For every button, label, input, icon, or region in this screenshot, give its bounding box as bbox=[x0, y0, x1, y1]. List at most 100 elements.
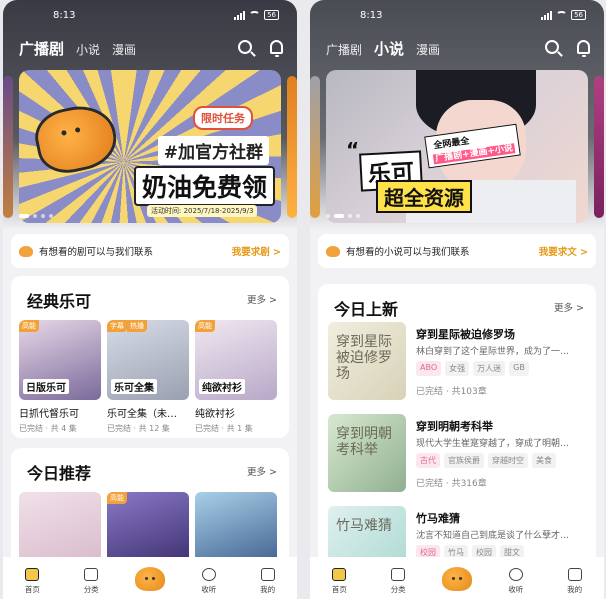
bottom-nav: 首页 分类 收听 我的 bbox=[310, 557, 604, 599]
cover-text: 纯欲衬衫 bbox=[199, 379, 245, 394]
bread-icon bbox=[326, 245, 340, 257]
carousel-dots bbox=[19, 214, 53, 218]
banner-date: 活动时间: 2025/7/18-2025/9/3 bbox=[147, 205, 258, 217]
next-banner-peek[interactable] bbox=[287, 76, 297, 218]
list-item[interactable]: 高能 纯欲衬衫 纯欲衬衫 已完结 · 共 1 集 bbox=[195, 320, 277, 434]
tag[interactable]: 万人迷 bbox=[473, 361, 506, 376]
status-time: 8:13 bbox=[53, 10, 76, 21]
signal-icon bbox=[541, 10, 553, 20]
notice-text: 有想看的剧可以与我们联系 bbox=[39, 247, 154, 258]
nav-profile[interactable]: 我的 bbox=[243, 568, 293, 595]
profile-icon bbox=[567, 568, 582, 581]
profile-icon bbox=[260, 568, 275, 581]
more-link[interactable]: 更多 > bbox=[247, 464, 277, 478]
notice-text: 有想看的小说可以与我们联系 bbox=[346, 247, 470, 258]
cover-image: 字幕 热播 乐可全集 bbox=[107, 320, 189, 400]
tag[interactable]: 美食 bbox=[532, 453, 556, 468]
headphone-icon bbox=[201, 568, 216, 581]
list-item[interactable]: 穿到明朝考科举 穿到明朝考科举 现代大学生崔寔穿越了，穿成了明朝… 古代 官族侯… bbox=[328, 414, 590, 494]
list-item[interactable]: 字幕 热播 乐可全集 乐可全集（未… 已完结 · 共 12 集 bbox=[107, 320, 189, 434]
list-item[interactable]: 高能 日版乐可 日抓代督乐可 已完结 · 共 4 集 bbox=[19, 320, 101, 434]
nav-category[interactable]: 分类 bbox=[66, 568, 116, 595]
nav-center[interactable] bbox=[125, 567, 175, 595]
section-new-today: 今日上新 更多 > 穿到星际被迫修罗场 穿到星际被迫修罗场 林白穿到了这个星际世… bbox=[318, 284, 596, 588]
promo-banner[interactable]: “ 全网最全 广播剧+漫画+小说 乐可 超全资源 bbox=[326, 70, 588, 223]
tab-radio-drama[interactable]: 广播剧 bbox=[19, 38, 64, 59]
bread-mascot-icon bbox=[134, 567, 165, 591]
battery-icon: 56 bbox=[264, 10, 279, 20]
badge: 高能 bbox=[195, 320, 215, 332]
top-tabs: 广播剧 小说 漫画 bbox=[326, 38, 440, 59]
bottom-nav: 首页 分类 收听 我的 bbox=[3, 557, 297, 599]
item-title: 乐可全集（未… bbox=[107, 409, 177, 420]
tab-novel[interactable]: 小说 bbox=[76, 41, 100, 58]
bread-mascot-icon bbox=[33, 102, 119, 176]
more-link[interactable]: 更多 > bbox=[247, 292, 277, 306]
item-meta: 已完结 · 共316章 bbox=[416, 479, 487, 489]
right-screen: 8:13 56 广播剧 小说 漫画 “ 全网最全 广播剧+漫画+小说 乐可 超全资… bbox=[310, 0, 604, 599]
promo-banner[interactable]: 限时任务 #加官方社群 奶油免费领 活动时间: 2025/7/18-2025/9… bbox=[19, 70, 281, 223]
request-notice[interactable]: 有想看的小说可以与我们联系 我要求文 > bbox=[318, 234, 596, 268]
status-time: 8:13 bbox=[360, 10, 383, 21]
section-classic: 经典乐可 更多 > 高能 日版乐可 日抓代督乐可 已完结 · 共 4 集 字幕 … bbox=[11, 276, 289, 438]
status-bar: 8:13 56 bbox=[3, 8, 297, 24]
nav-center[interactable] bbox=[432, 567, 482, 595]
bell-icon[interactable] bbox=[270, 40, 283, 57]
item-meta: 已完结 · 共 12 集 bbox=[107, 424, 170, 433]
tab-radio-drama[interactable]: 广播剧 bbox=[326, 41, 362, 58]
wifi-icon bbox=[556, 11, 568, 19]
category-icon bbox=[391, 568, 406, 581]
banner-line1: #加官方社群 bbox=[157, 136, 269, 165]
battery-icon: 56 bbox=[571, 10, 586, 20]
item-meta: 已完结 · 共103章 bbox=[416, 387, 487, 397]
section-title: 今日上新 bbox=[334, 296, 398, 320]
nav-home[interactable]: 首页 bbox=[314, 568, 364, 595]
tag[interactable]: ABO bbox=[416, 361, 442, 376]
banner-line2: 超全资源 bbox=[376, 180, 472, 213]
nav-category[interactable]: 分类 bbox=[373, 568, 423, 595]
section-title: 经典乐可 bbox=[27, 288, 91, 312]
banner-line2: 奶油免费领 bbox=[133, 166, 275, 206]
bell-icon[interactable] bbox=[577, 40, 590, 57]
cover-text: 乐可全集 bbox=[111, 379, 157, 394]
status-bar: 8:13 56 bbox=[310, 8, 604, 24]
nav-home[interactable]: 首页 bbox=[7, 568, 57, 595]
item-desc: 现代大学生崔寔穿越了，穿成了明朝… bbox=[416, 439, 570, 449]
home-icon bbox=[332, 568, 347, 581]
nav-listen[interactable]: 收听 bbox=[184, 568, 234, 595]
category-icon bbox=[84, 568, 99, 581]
left-screen: 8:13 56 广播剧 小说 漫画 限时任务 #加官方社群 奶油免费领 活动时间… bbox=[3, 0, 297, 599]
wifi-icon bbox=[249, 11, 261, 19]
badge: 高能 bbox=[107, 492, 127, 504]
tag[interactable]: 穿越时空 bbox=[488, 453, 528, 468]
search-icon[interactable] bbox=[545, 40, 559, 54]
prev-banner-peek[interactable] bbox=[310, 76, 320, 218]
nav-listen[interactable]: 收听 bbox=[491, 568, 541, 595]
item-meta: 已完结 · 共 1 集 bbox=[195, 424, 253, 433]
item-title: 竹马难猜 bbox=[416, 512, 460, 525]
signal-icon bbox=[234, 10, 246, 20]
request-notice[interactable]: 有想看的剧可以与我们联系 我要求剧 > bbox=[11, 234, 289, 268]
tab-comic[interactable]: 漫画 bbox=[112, 41, 136, 58]
tab-novel[interactable]: 小说 bbox=[374, 38, 404, 59]
more-link[interactable]: 更多 > bbox=[554, 300, 584, 314]
next-banner-peek[interactable] bbox=[594, 76, 604, 218]
carousel-dots bbox=[326, 214, 360, 218]
badge: 字幕 bbox=[107, 320, 127, 332]
list-item[interactable]: 穿到星际被迫修罗场 穿到星际被迫修罗场 林白穿到了这个星际世界，成为了一… AB… bbox=[328, 322, 590, 402]
headphone-icon bbox=[508, 568, 523, 581]
request-drama-link[interactable]: 我要求剧 > bbox=[232, 244, 281, 258]
prev-banner-peek[interactable] bbox=[3, 76, 13, 218]
banner-tag: 限时任务 bbox=[193, 106, 253, 130]
tag[interactable]: 古代 bbox=[416, 453, 440, 468]
request-novel-link[interactable]: 我要求文 > bbox=[539, 244, 588, 258]
tab-comic[interactable]: 漫画 bbox=[416, 41, 440, 58]
search-icon[interactable] bbox=[238, 40, 252, 54]
tag[interactable]: GB bbox=[509, 361, 529, 376]
tag[interactable]: 官族侯爵 bbox=[444, 453, 484, 468]
cover-image: 高能 日版乐可 bbox=[19, 320, 101, 400]
tag[interactable]: 女强 bbox=[445, 361, 470, 376]
item-desc: 沈言不知道自己到底是谈了什么孽才… bbox=[416, 531, 570, 541]
nav-profile[interactable]: 我的 bbox=[550, 568, 600, 595]
item-title: 纯欲衬衫 bbox=[195, 409, 235, 420]
